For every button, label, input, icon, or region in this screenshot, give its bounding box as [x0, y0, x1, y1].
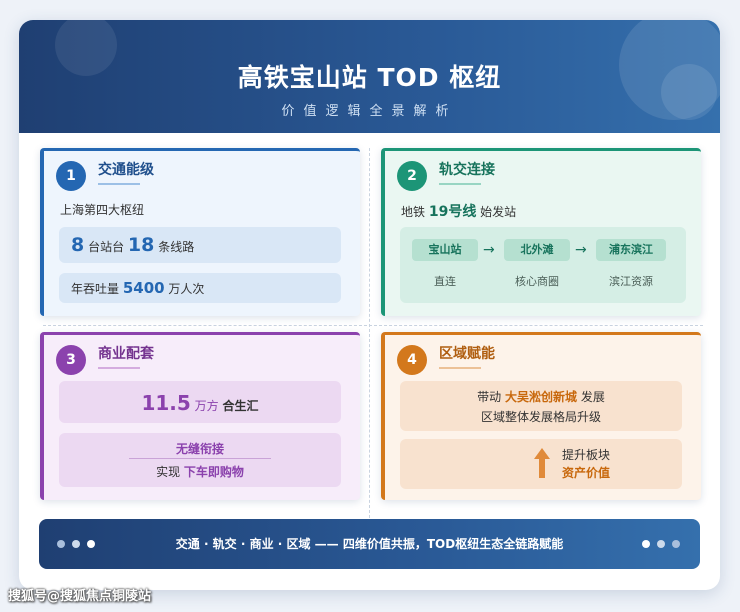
header-banner: 高铁宝山站 TOD 枢纽 价值逻辑全景解析: [19, 20, 720, 133]
throughput-value: 5400: [122, 279, 165, 297]
seamless-highlight: 下车即购物: [183, 465, 244, 479]
panel-number-badge: 2: [397, 161, 427, 191]
station-chip: 宝山站: [412, 239, 478, 261]
station-route: 宝山站 → 北外滩 → 浦东滨江 直连 核心商圈 滨江资源: [400, 227, 686, 303]
seamless-text: 实现 下车即购物: [59, 463, 341, 480]
panel-title: 区域赋能: [439, 346, 495, 362]
dot-icon: [642, 540, 650, 548]
arrow-up-icon: [534, 448, 550, 478]
asset-value-box: 提升板块 资产价值: [400, 439, 682, 489]
drive-highlight: 大吴淞创新城: [504, 390, 577, 404]
arrow-right-icon: →: [483, 242, 495, 258]
line-count: 18: [127, 234, 155, 256]
metro-line-text: 地铁 19号线 始发站: [401, 201, 516, 221]
area-value: 11.5: [141, 391, 191, 415]
panel-text: 上海第四大枢纽: [60, 203, 145, 217]
dot-icon: [657, 540, 665, 548]
station-label: 直连: [434, 275, 456, 288]
platform-count: 8: [71, 234, 85, 256]
platform-unit: 台站台: [88, 240, 125, 254]
metro-suffix: 始发站: [480, 205, 517, 219]
station-label: 滨江资源: [609, 275, 653, 288]
panel-number-badge: 3: [56, 345, 86, 375]
throughput-prefix: 年吞吐量: [71, 282, 120, 296]
footer-banner: 交通 · 轨交 · 商业 · 区域 —— 四维价值共振，TOD枢纽生态全链路赋能: [39, 519, 700, 569]
panel-commercial: 3 商业配套 11.5 万方 合生汇 无缝衔接 实现 下车即购物: [40, 332, 360, 500]
line-unit: 条线路: [158, 240, 195, 254]
station-label: 核心商圈: [515, 275, 559, 288]
panel-rail-connection: 2 轨交连接 地铁 19号线 始发站 宝山站 → 北外滩 → 浦东滨江 直连 核…: [381, 148, 701, 316]
drive-box: 带动 大吴淞创新城 发展 区域整体发展格局升级: [400, 381, 682, 431]
divider: [43, 325, 703, 326]
mall-area-box: 11.5 万方 合生汇: [59, 381, 341, 423]
panel-title: 交通能级: [98, 162, 154, 178]
drive-text: 带动 大吴淞创新城 发展: [400, 388, 682, 405]
drive-suffix: 发展: [580, 390, 605, 404]
page-title: 高铁宝山站 TOD 枢纽: [237, 63, 502, 92]
footer-text: 交通 · 轨交 · 商业 · 区域 —— 四维价值共振，TOD枢纽生态全链路赋能: [175, 537, 564, 551]
title-underline: [439, 367, 481, 369]
throughput-box: 年吞吐量 5400 万人次: [59, 273, 341, 303]
divider: [369, 148, 370, 518]
station-chip: 浦东滨江: [596, 239, 666, 261]
page-subtitle: 价值逻辑全景解析: [281, 104, 458, 119]
metro-line: 19号线: [428, 204, 477, 220]
panel-number-badge: 4: [397, 345, 427, 375]
area-unit: 万方: [194, 399, 219, 413]
panel-regional-empowerment: 4 区域赋能 带动 大吴淞创新城 发展 区域整体发展格局升级 提升板块 资产价值: [381, 332, 701, 500]
title-underline: [98, 183, 140, 185]
panel-number-badge: 1: [56, 161, 86, 191]
stat-box: 8 台站台 18 条线路: [59, 227, 341, 263]
panel-title: 轨交连接: [439, 162, 495, 178]
panel-title: 商业配套: [98, 346, 154, 362]
seamless-box: 无缝衔接 实现 下车即购物: [59, 433, 341, 487]
value-line1: 提升板块: [562, 448, 611, 462]
drive-line2: 区域整体发展格局升级: [480, 410, 601, 424]
station-chip: 北外滩: [504, 239, 570, 261]
mall-name: 合生汇: [222, 399, 259, 413]
throughput-unit: 万人次: [168, 282, 205, 296]
seamless-prefix: 实现: [156, 465, 181, 479]
metro-prefix: 地铁: [401, 205, 426, 219]
panel-transport-level: 1 交通能级 上海第四大枢纽 8 台站台 18 条线路 年吞吐量 5400 万人…: [40, 148, 360, 316]
drive-prefix: 带动: [477, 390, 502, 404]
divider: [129, 458, 271, 459]
seamless-heading: 无缝衔接: [175, 442, 224, 456]
value-line2: 资产价值: [562, 466, 611, 480]
title-underline: [98, 367, 140, 369]
title-underline: [439, 183, 481, 185]
dot-icon: [672, 540, 680, 548]
infographic-card: 高铁宝山站 TOD 枢纽 价值逻辑全景解析 1 交通能级 上海第四大枢纽 8 台…: [19, 20, 720, 590]
watermark: 搜狐号@搜狐焦点铜陵站: [8, 589, 152, 604]
arrow-right-icon: →: [575, 242, 587, 258]
